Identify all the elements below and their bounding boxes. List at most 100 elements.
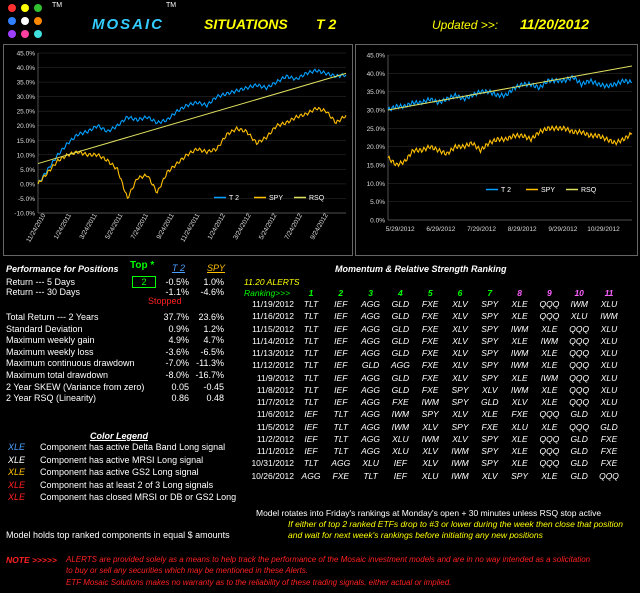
- ranking-cell: XLU: [362, 458, 379, 469]
- perf-row-t2: -3.6%: [165, 346, 189, 357]
- ranking-cell: IEF: [334, 323, 348, 334]
- ranking-cell: SPY: [481, 360, 499, 371]
- ranking-cell: IEF: [334, 360, 348, 371]
- ranking-cell: AGG: [301, 470, 321, 481]
- series-spy: [387, 124, 633, 168]
- ranking-title: Momentum & Relative Strength Ranking: [335, 264, 507, 274]
- ranking-label: Ranking>>>: [244, 288, 291, 298]
- legend-label: RSQ: [309, 195, 325, 202]
- ranking-col-number: 7: [487, 288, 493, 298]
- chart-2-year: 45.0% 40.0% 35.0% 30.0% 25.0% 20.0% 15.0% 10.0%…: [3, 44, 353, 256]
- legend-label: T 2: [501, 187, 511, 194]
- perf-top-value: 2: [141, 277, 147, 287]
- ranking-cell: QQQ: [539, 299, 560, 309]
- perf-row-spy: 4.7%: [203, 335, 224, 346]
- ranking-col-number: 10: [574, 288, 584, 298]
- ranking-cell: IWM: [510, 348, 529, 358]
- ranking-col-number: 5: [427, 288, 433, 298]
- ranking-cell: TLT: [303, 397, 319, 407]
- ranking-cell: GLD: [570, 458, 588, 469]
- ranking-cell: XLV: [422, 458, 438, 469]
- logo-dot: [21, 17, 29, 25]
- ranking-cell: GLD: [570, 433, 588, 444]
- ranking-cell: TLT: [303, 372, 319, 383]
- ranking-cell: XLU: [600, 397, 618, 407]
- ranking-cell: XLU: [600, 323, 618, 334]
- model-rotates: Model rotates into Friday's rankings at …: [256, 508, 602, 518]
- perf-row-t2: -7.0%: [165, 358, 189, 369]
- perf-row-label: Total Return --- 2 Years: [6, 312, 99, 322]
- x-tick-label: 3/24/2011: [78, 212, 98, 240]
- perf-row-t2: -1.1%: [165, 287, 189, 297]
- perf-row-spy: -11.3%: [196, 358, 224, 369]
- logo: [8, 4, 46, 42]
- ranking-cell: QQQ: [539, 458, 560, 469]
- y-tick-label: 40.0%: [367, 71, 386, 78]
- ranking-cell: XLU: [570, 311, 588, 322]
- x-tick-label: 11/24/2011: [180, 212, 202, 243]
- ranking-cell: XLU: [600, 299, 618, 309]
- ranking-cell: XLV: [452, 372, 468, 383]
- x-tick-label: 6/29/2012: [426, 226, 455, 233]
- y-tick-label: 30.0%: [17, 94, 36, 101]
- chart-6-month: 45.0% 40.0% 35.0% 30.0% 25.0% 20.0% 15.0% 10.0%…: [355, 44, 638, 256]
- perf-row-t2: 4.9%: [168, 335, 189, 346]
- ranking-cell: FXE: [421, 360, 439, 371]
- ranking-cell: XLV: [452, 348, 468, 358]
- ranking-cell: TLT: [333, 409, 349, 420]
- ranking-cell: XLV: [452, 323, 468, 334]
- ranking-cell: GLD: [391, 323, 410, 334]
- legend-label: T 2: [229, 195, 239, 202]
- ranking-cell: IEF: [393, 470, 407, 481]
- ranking-date: 11/8/2012: [256, 384, 294, 395]
- ranking-cell: TLT: [333, 446, 349, 456]
- ranking-cell: SPY: [481, 446, 499, 456]
- series-t2: [387, 74, 633, 112]
- ranking-col-number: 4: [398, 288, 403, 298]
- ranking-cell: AGG: [361, 409, 381, 420]
- trademark-1: TM: [52, 2, 63, 9]
- ranking-date: 11/5/2012: [256, 421, 294, 432]
- x-tick-label: 5/29/2012: [386, 226, 415, 233]
- ranking-cell: AGG: [361, 433, 381, 444]
- logo-dot: [8, 17, 16, 25]
- ranking-cell: AGG: [361, 335, 381, 346]
- ranking-cell: FXE: [421, 299, 439, 309]
- x-tick-label: 1/24/2012: [207, 212, 228, 241]
- perf-col-spy: SPY: [207, 263, 226, 273]
- legend-title: Color Legend: [90, 431, 148, 441]
- stop-line-1: If either of top 2 ranked ETFs drop to #…: [288, 519, 623, 529]
- ranking-cell: AGG: [361, 372, 381, 383]
- ranking-cell: FXE: [600, 458, 618, 469]
- ranking-cell: TLT: [303, 323, 319, 334]
- ranking-cell: XLV: [452, 409, 468, 420]
- ranking-cell: IWM: [510, 360, 529, 371]
- disclaimer-2: to buy or sell any securities which may …: [66, 566, 309, 575]
- ranking-cell: QQQ: [569, 397, 590, 407]
- ranking-cell: QQQ: [569, 360, 590, 371]
- ranking-cell: GLD: [600, 421, 618, 432]
- perf-row-t2: 0.9%: [168, 323, 189, 334]
- y-tick-label: 45.0%: [367, 53, 386, 60]
- model-holds: Model holds top ranked components in equ…: [6, 530, 230, 540]
- legend-text: Component has at least 2 of 3 Long signa…: [40, 479, 214, 490]
- ranking-cell: IEF: [334, 397, 348, 407]
- legend-text: Component has active Delta Band Long sig…: [40, 442, 226, 452]
- ranking-cell: IWM: [600, 311, 618, 322]
- ranking-cell: IEF: [334, 348, 348, 358]
- ranking-cell: XLE: [541, 323, 558, 334]
- ranking-col-number: 8: [517, 288, 522, 298]
- legend-symbol: XLE: [8, 442, 26, 452]
- legend-text: Component has closed MRSI or DB or GS2 L…: [40, 492, 237, 502]
- alerts-label: 11.20 ALERTS: [244, 277, 300, 287]
- ranking-cell: XLE: [541, 421, 558, 432]
- logo-dot: [34, 4, 42, 12]
- ranking-cell: AGG: [361, 323, 381, 334]
- perf-row-spy: -4.6%: [200, 287, 224, 297]
- y-tick-label: -10.0%: [14, 211, 35, 218]
- ranking-cell: AGG: [361, 311, 381, 322]
- y-tick-label: 20.0%: [17, 123, 36, 130]
- legend-text: Component has active GS2 Long signal: [40, 467, 199, 477]
- ranking-cell: TLT: [303, 311, 319, 322]
- ranking-date: 11/12/2012: [252, 360, 294, 371]
